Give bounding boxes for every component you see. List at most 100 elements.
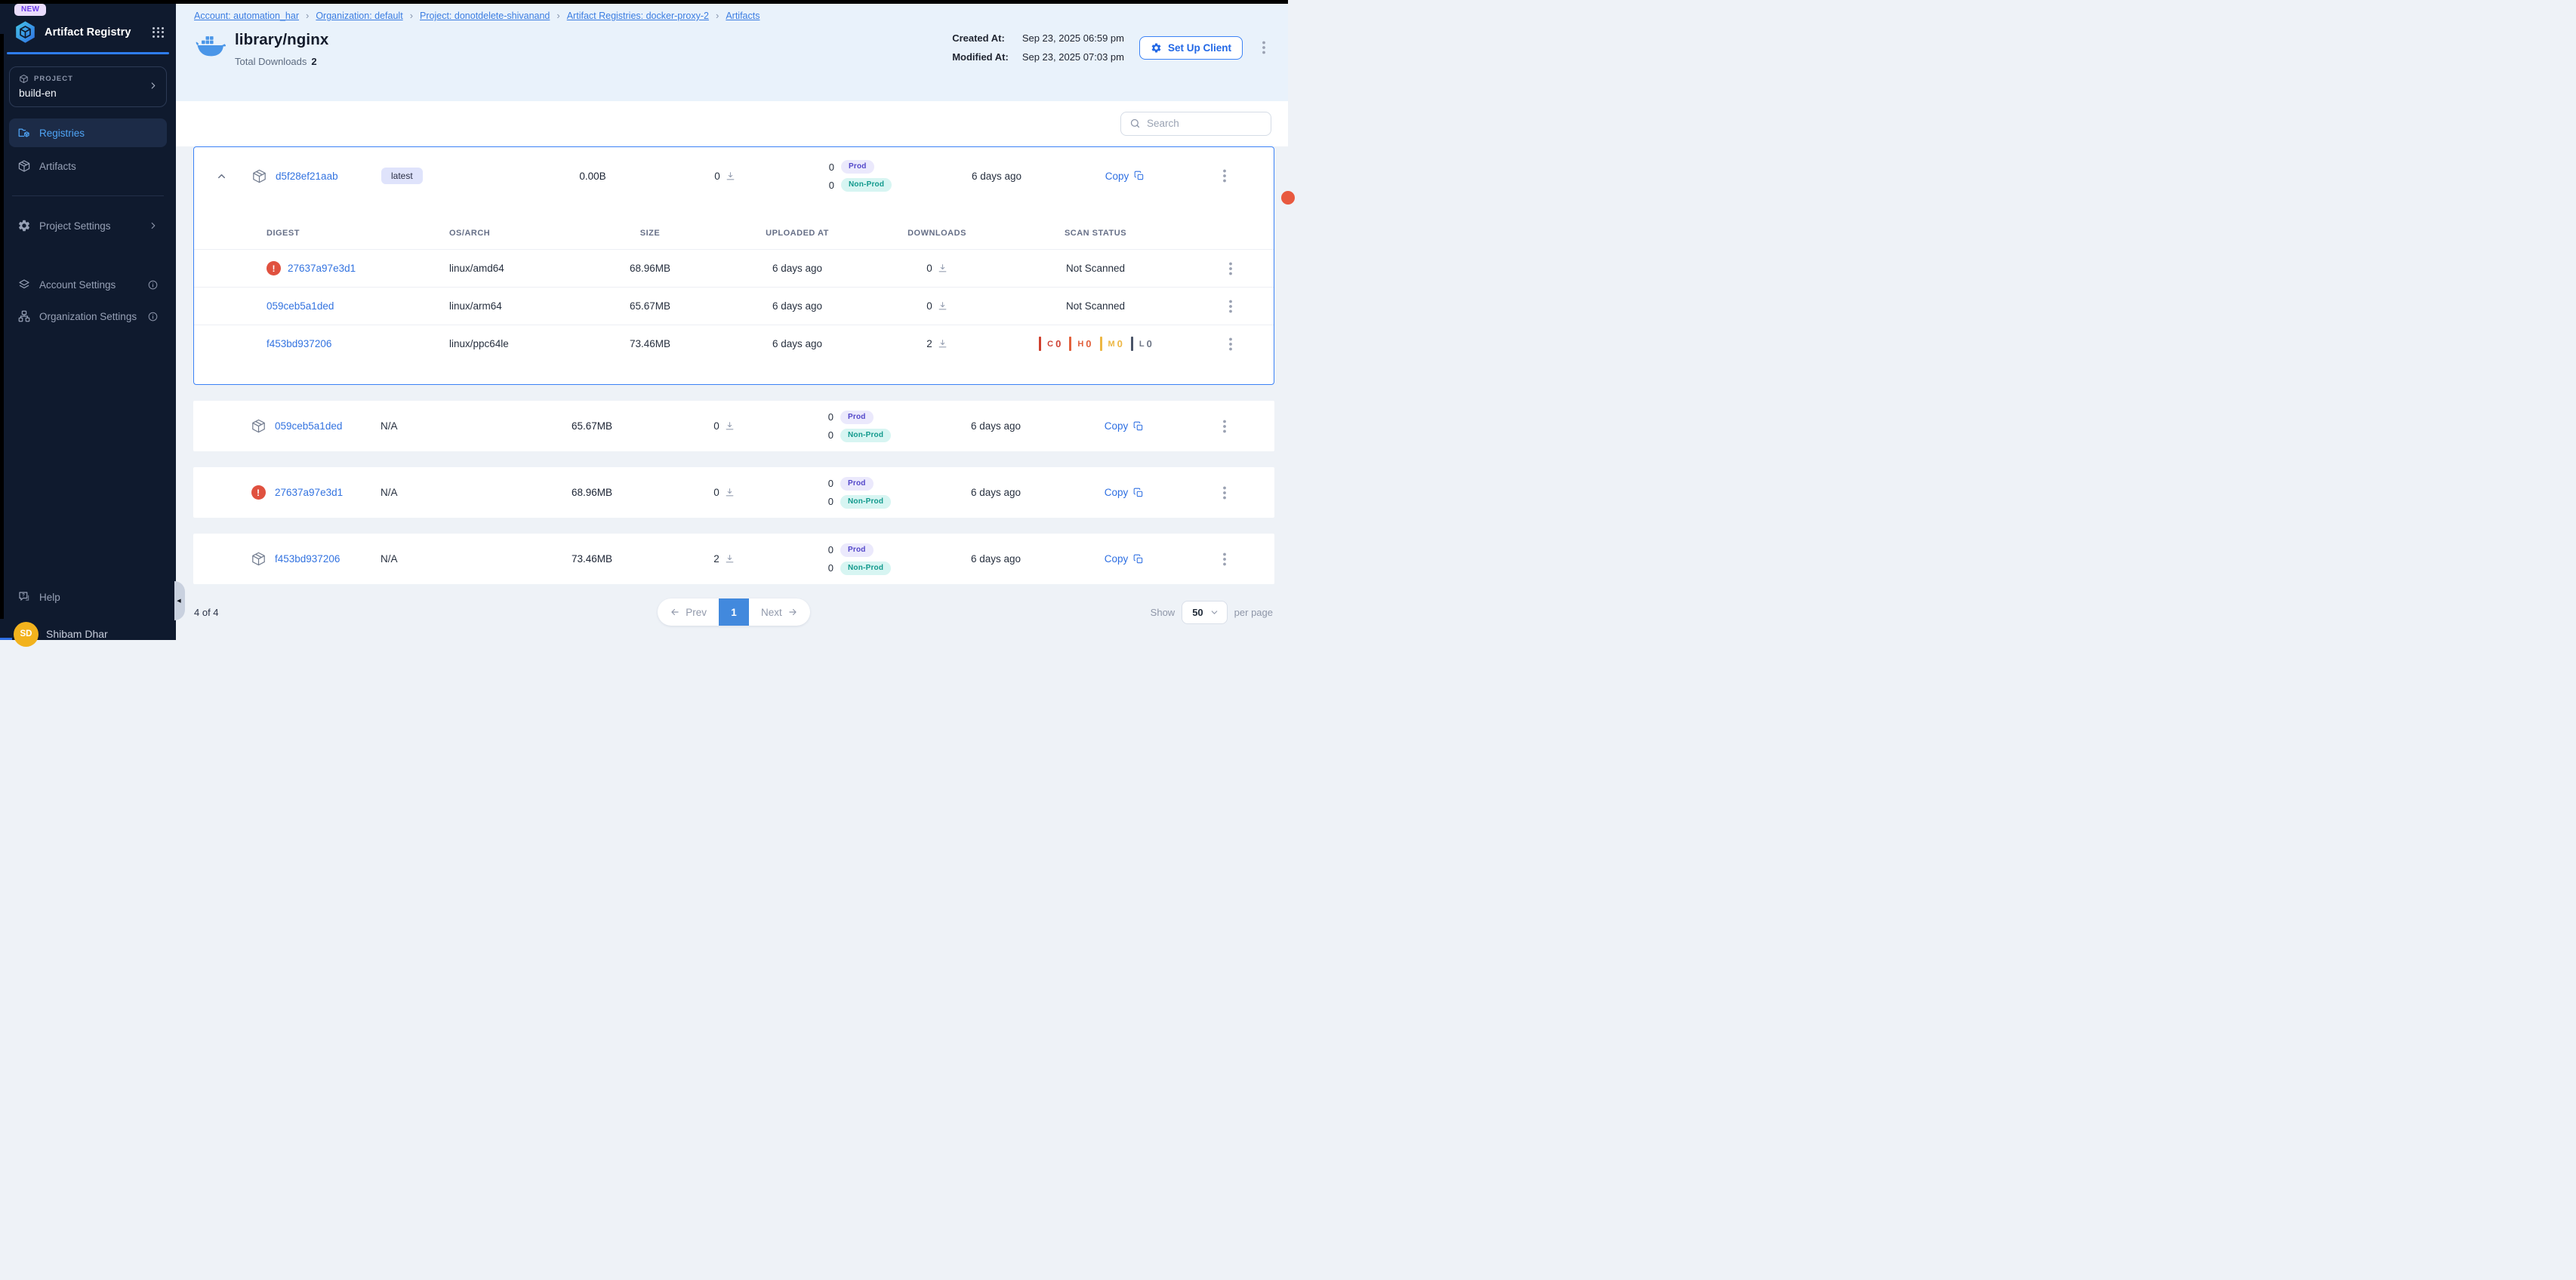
help-chat-icon: ? [17,590,31,604]
copy-button[interactable]: Copy [1068,171,1182,182]
scan-status: Not Scanned [997,300,1194,312]
artifact-size: 65.67MB [516,420,667,432]
sidebar-divider [12,195,164,196]
digest-row: f453bd937206 linux/ppc64le 73.46MB 6 day… [194,325,1274,362]
apps-grid-icon[interactable] [153,27,164,38]
breadcrumb: Account: automation_har Organization: de… [194,10,1270,21]
gear-icon [1151,42,1162,54]
prev-page-button[interactable]: Prev [658,598,719,626]
medium-count: M0 [1100,337,1123,351]
chevron-right-icon [148,220,159,231]
row-kebab-menu-icon[interactable] [1194,259,1268,278]
registry-folder-icon [17,126,31,140]
row-kebab-menu-icon[interactable] [1194,334,1268,354]
row-kebab-menu-icon[interactable] [1194,297,1268,316]
settings-group: Account Settings Organization Settings [0,270,176,331]
page-size-select[interactable]: 50 [1182,601,1227,624]
org-chart-icon [17,309,31,323]
download-icon [725,421,735,431]
prod-badge: Prod [840,543,874,557]
artifact-downloads: 0 [667,487,781,498]
breadcrumb-organization[interactable]: Organization: default [316,10,420,21]
package-icon [17,159,31,173]
total-downloads: Total Downloads2 [235,56,328,67]
breadcrumb-registry[interactable]: Artifact Registries: docker-proxy-2 [567,10,726,21]
copy-button[interactable]: Copy [1068,487,1181,498]
high-count: H0 [1069,337,1091,351]
set-up-client-button[interactable]: Set Up Client [1139,36,1243,60]
sidebar-item-registries[interactable]: Registries [9,118,167,147]
project-selector[interactable]: PROJECT build-en [9,66,167,107]
package-icon [242,418,275,434]
download-icon [938,301,948,311]
modified-at-label: Modified At: [952,51,1009,63]
row-kebab-menu-icon[interactable] [1181,549,1268,569]
copy-icon [1134,171,1145,181]
copy-button[interactable]: Copy [1068,420,1181,432]
page-size-control: Show 50 per page [1151,601,1273,624]
sidebar-item-organization-settings[interactable]: Organization Settings [9,302,167,331]
scan-status-counts: C0 H0 M0 L0 [997,337,1194,351]
page-number-1[interactable]: 1 [719,598,749,626]
row-kebab-menu-icon[interactable] [1181,483,1268,503]
digest-size: 68.96MB [582,263,718,274]
column-header: UPLOADED AT [718,229,877,238]
project-name: build-en [19,87,157,99]
sidebar-item-label: Help [39,592,60,603]
sidebar-item-label: Organization Settings [39,311,137,322]
gear-icon [17,219,31,232]
updated-time: 6 days ago [924,553,1068,565]
breadcrumb-artifacts[interactable]: Artifacts [726,11,760,21]
artifact-downloads: 0 [667,420,781,432]
row-kebab-menu-icon[interactable] [1181,417,1268,436]
artifact-downloads: 2 [667,553,781,565]
info-icon[interactable] [147,279,159,291]
sidebar-item-artifacts[interactable]: Artifacts [9,152,167,180]
updated-time: 6 days ago [925,171,1068,182]
os-arch: linux/arm64 [449,300,582,312]
app-logo-icon [14,20,37,44]
digest-table-header: DIGEST OS/ARCH SIZE UPLOADED AT DOWNLOAD… [194,205,1274,249]
pagination-bar: 4 of 4 Prev 1 Next Show 50 per page [193,584,1274,640]
column-header: OS/ARCH [449,229,582,238]
breadcrumb-account[interactable]: Account: automation_har [194,10,316,21]
svg-text:?: ? [22,593,25,598]
chevron-down-icon [1209,608,1219,617]
digest-link[interactable]: f453bd937206 [267,338,331,349]
digest-link[interactable]: 27637a97e3d1 [288,263,356,274]
environment-counts: 0Prod 0Non-Prod [781,411,924,442]
avatar: SD [14,622,39,647]
digest-link[interactable]: 059ceb5a1ded [267,300,334,312]
next-page-button[interactable]: Next [749,598,810,626]
search-input[interactable] [1147,118,1262,129]
artifact-row: ! 27637a97e3d1 N/A 68.96MB 0 0Prod 0Non-… [193,467,1274,518]
artifact-link[interactable]: f453bd937206 [275,553,340,565]
artifact-link[interactable]: 27637a97e3d1 [275,487,343,498]
tag-value: N/A [381,553,398,565]
sidebar-item-account-settings[interactable]: Account Settings [9,270,167,299]
sidebar-item-project-settings[interactable]: Project Settings [9,211,167,240]
app-title: Artifact Registry [45,26,131,38]
copy-button[interactable]: Copy [1068,553,1181,565]
digest-downloads: 2 [877,338,997,349]
project-label: PROJECT [34,75,73,83]
collapse-row-button[interactable] [213,168,230,185]
uploaded-at: 6 days ago [718,263,877,274]
result-count: 4 of 4 [194,607,219,618]
artifact-link[interactable]: 059ceb5a1ded [275,420,342,432]
nonprod-badge: Non-Prod [841,178,892,192]
search-box[interactable] [1120,112,1271,136]
sidebar-collapse-handle[interactable]: ◀ [174,581,185,620]
info-icon[interactable] [147,311,159,322]
header-kebab-menu-icon[interactable] [1258,38,1270,57]
user-menu[interactable]: SD Shibam Dhar [14,617,167,651]
sidebar-item-label: Registries [39,128,85,139]
row-kebab-menu-icon[interactable] [1182,166,1268,186]
main-area: Account: automation_har Organization: de… [176,0,1288,640]
environment-counts: 0Prod 0Non-Prod [781,477,924,509]
breadcrumb-project[interactable]: Project: donotdelete-shivanand [420,10,567,21]
column-header: SCAN STATUS [997,229,1194,238]
sidebar-item-help[interactable]: ? Help [9,583,167,611]
artifact-link[interactable]: d5f28ef21aab [276,171,338,182]
nonprod-badge: Non-Prod [840,562,891,575]
